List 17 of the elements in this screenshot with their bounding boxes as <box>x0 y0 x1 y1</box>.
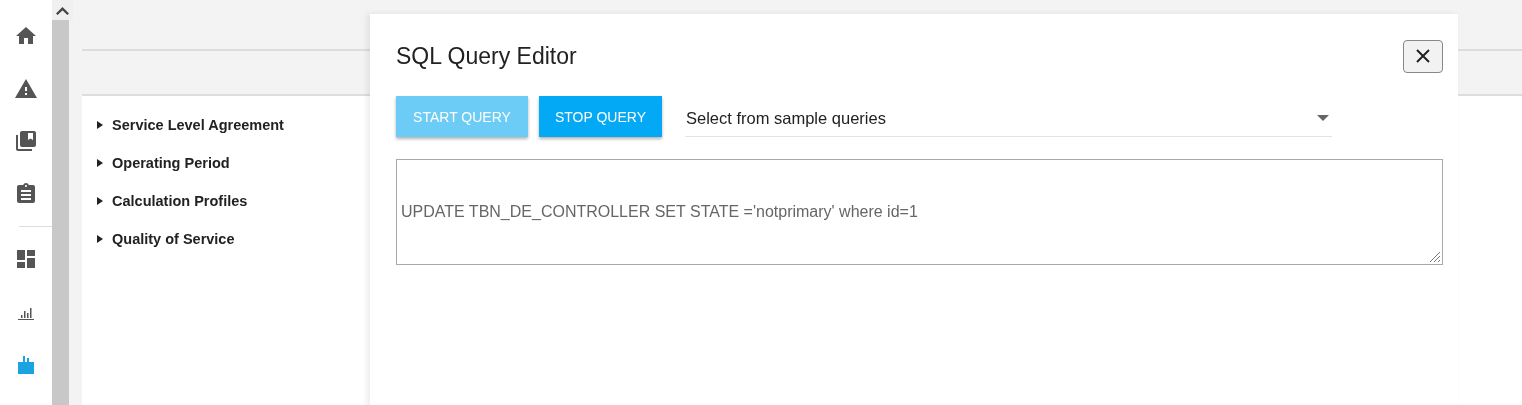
close-button[interactable] <box>1403 39 1443 73</box>
caret-icon <box>96 120 104 130</box>
caret-icon <box>96 234 104 244</box>
tree-item[interactable]: Operating Period <box>96 144 230 182</box>
caret-icon <box>96 158 104 168</box>
tree-item[interactable]: Calculation Profiles <box>96 182 248 220</box>
sample-query-select[interactable]: Select from sample queries <box>685 96 1332 137</box>
query-input-field[interactable]: UPDATE TBN_DE_CONTROLLER SET STATE ='notprimary' where id=1 <box>396 159 1443 265</box>
caret-icon <box>96 196 104 206</box>
tree-item[interactable]: Service Level Agreement <box>96 106 284 144</box>
tree-item[interactable]: Quality of Service <box>96 220 235 258</box>
close-icon <box>1415 48 1431 64</box>
resize-grip-icon[interactable] <box>1427 249 1441 263</box>
dropdown-caret-icon <box>1317 115 1329 121</box>
clipboard-icon[interactable] <box>14 181 38 206</box>
books-icon[interactable] <box>14 129 38 154</box>
dialog-title: SQL Query Editor <box>396 42 577 70</box>
